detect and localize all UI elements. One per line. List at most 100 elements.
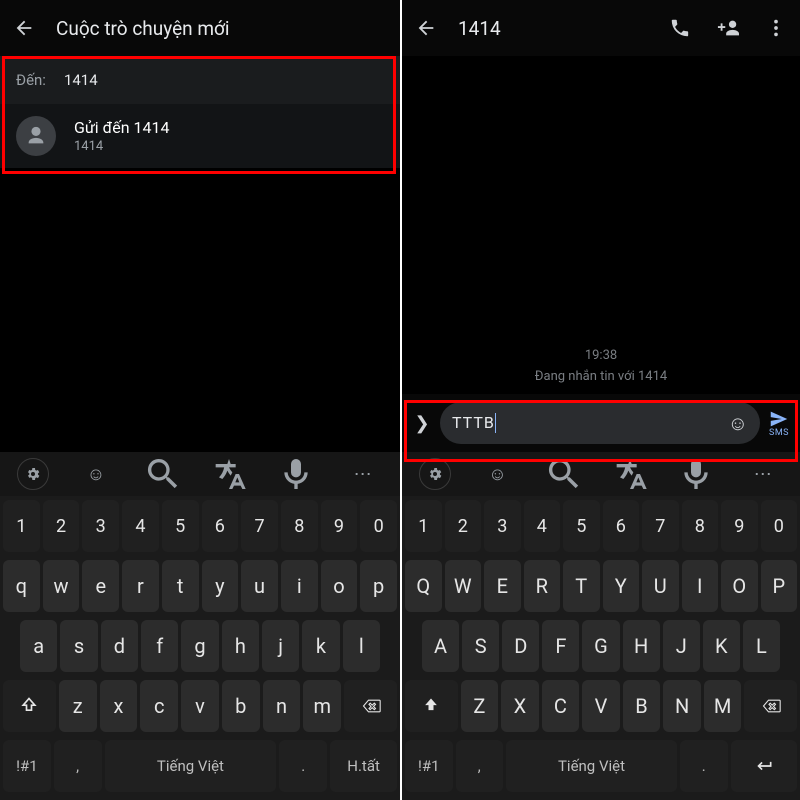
- key-V[interactable]: V: [582, 680, 620, 732]
- key-0[interactable]: 0: [360, 500, 397, 552]
- key-b[interactable]: b: [222, 680, 260, 732]
- key-a[interactable]: a: [20, 620, 57, 672]
- gear-icon[interactable]: [419, 458, 451, 490]
- phone-icon[interactable]: [666, 14, 694, 42]
- symbol-key[interactable]: !#1: [3, 740, 51, 792]
- key-4[interactable]: 4: [122, 500, 159, 552]
- key-O[interactable]: O: [721, 560, 758, 612]
- translate-icon[interactable]: [209, 458, 249, 490]
- mic-icon[interactable]: [276, 458, 316, 490]
- key-u[interactable]: u: [241, 560, 278, 612]
- key-S[interactable]: S: [462, 620, 499, 672]
- key-j[interactable]: j: [262, 620, 299, 672]
- key-9[interactable]: 9: [721, 500, 758, 552]
- mic-icon[interactable]: [676, 458, 716, 490]
- key-A[interactable]: A: [422, 620, 459, 672]
- key-T[interactable]: T: [563, 560, 600, 612]
- key-l[interactable]: l: [343, 620, 380, 672]
- key-6[interactable]: 6: [603, 500, 640, 552]
- key-2[interactable]: 2: [43, 500, 80, 552]
- done-key[interactable]: H.tất: [330, 740, 397, 792]
- key-w[interactable]: w: [43, 560, 80, 612]
- key-G[interactable]: G: [582, 620, 619, 672]
- translate-icon[interactable]: [610, 458, 650, 490]
- key-D[interactable]: D: [502, 620, 539, 672]
- shift-key[interactable]: [405, 680, 458, 732]
- key-q[interactable]: q: [3, 560, 40, 612]
- key-o[interactable]: o: [321, 560, 358, 612]
- overflow-menu-icon[interactable]: [762, 14, 790, 42]
- key-Z[interactable]: Z: [461, 680, 499, 732]
- key-L[interactable]: L: [743, 620, 780, 672]
- key-5[interactable]: 5: [162, 500, 199, 552]
- key-9[interactable]: 9: [321, 500, 358, 552]
- key-C[interactable]: C: [542, 680, 580, 732]
- key-f[interactable]: f: [141, 620, 178, 672]
- key-y[interactable]: y: [202, 560, 239, 612]
- key-H[interactable]: H: [623, 620, 660, 672]
- key-M[interactable]: M: [704, 680, 742, 732]
- contact-suggestion[interactable]: Gửi đến 1414 1414: [0, 104, 400, 168]
- key-r[interactable]: r: [122, 560, 159, 612]
- period-key[interactable]: .: [279, 740, 327, 792]
- to-field-row[interactable]: Đến: 1414: [0, 56, 400, 104]
- key-6[interactable]: 6: [202, 500, 239, 552]
- back-arrow-icon[interactable]: [412, 14, 440, 42]
- key-7[interactable]: 7: [642, 500, 679, 552]
- key-n[interactable]: n: [263, 680, 301, 732]
- key-Y[interactable]: Y: [603, 560, 640, 612]
- key-i[interactable]: i: [281, 560, 318, 612]
- emoji-icon[interactable]: ☺: [477, 458, 517, 490]
- add-contact-icon[interactable]: [714, 14, 742, 42]
- key-B[interactable]: B: [623, 680, 661, 732]
- expand-chevron-icon[interactable]: ❯: [412, 413, 432, 434]
- key-P[interactable]: P: [761, 560, 798, 612]
- comma-key[interactable]: ,: [456, 740, 504, 792]
- backspace-key[interactable]: [344, 680, 397, 732]
- key-K[interactable]: K: [703, 620, 740, 672]
- key-F[interactable]: F: [542, 620, 579, 672]
- message-input[interactable]: TTTB ☺: [440, 402, 760, 444]
- key-1[interactable]: 1: [3, 500, 40, 552]
- search-icon[interactable]: [143, 458, 183, 490]
- more-icon[interactable]: ⋯: [743, 458, 783, 490]
- key-4[interactable]: 4: [524, 500, 561, 552]
- conversation-area[interactable]: [402, 56, 800, 348]
- backspace-key[interactable]: [744, 680, 797, 732]
- key-N[interactable]: N: [663, 680, 701, 732]
- key-0[interactable]: 0: [761, 500, 798, 552]
- key-c[interactable]: c: [140, 680, 178, 732]
- send-button[interactable]: SMS: [768, 408, 790, 438]
- back-arrow-icon[interactable]: [10, 14, 38, 42]
- key-J[interactable]: J: [663, 620, 700, 672]
- key-h[interactable]: h: [222, 620, 259, 672]
- more-icon[interactable]: ⋯: [343, 458, 383, 490]
- key-x[interactable]: x: [100, 680, 138, 732]
- key-1[interactable]: 1: [405, 500, 442, 552]
- key-8[interactable]: 8: [682, 500, 719, 552]
- key-v[interactable]: v: [181, 680, 219, 732]
- gear-icon[interactable]: [17, 458, 49, 490]
- key-I[interactable]: I: [682, 560, 719, 612]
- key-t[interactable]: t: [162, 560, 199, 612]
- emoji-icon[interactable]: ☺: [76, 458, 116, 490]
- shift-key[interactable]: [3, 680, 56, 732]
- emoji-picker-icon[interactable]: ☺: [728, 411, 748, 436]
- key-3[interactable]: 3: [484, 500, 521, 552]
- key-7[interactable]: 7: [241, 500, 278, 552]
- key-5[interactable]: 5: [563, 500, 600, 552]
- key-d[interactable]: d: [101, 620, 138, 672]
- space-key[interactable]: Tiếng Việt: [105, 740, 277, 792]
- key-p[interactable]: p: [360, 560, 397, 612]
- enter-key[interactable]: [731, 740, 798, 792]
- period-key[interactable]: .: [680, 740, 728, 792]
- key-W[interactable]: W: [445, 560, 482, 612]
- key-8[interactable]: 8: [281, 500, 318, 552]
- symbol-key[interactable]: !#1: [405, 740, 453, 792]
- key-m[interactable]: m: [303, 680, 341, 732]
- key-E[interactable]: E: [484, 560, 521, 612]
- key-s[interactable]: s: [60, 620, 97, 672]
- key-R[interactable]: R: [524, 560, 561, 612]
- key-U[interactable]: U: [642, 560, 679, 612]
- key-z[interactable]: z: [59, 680, 97, 732]
